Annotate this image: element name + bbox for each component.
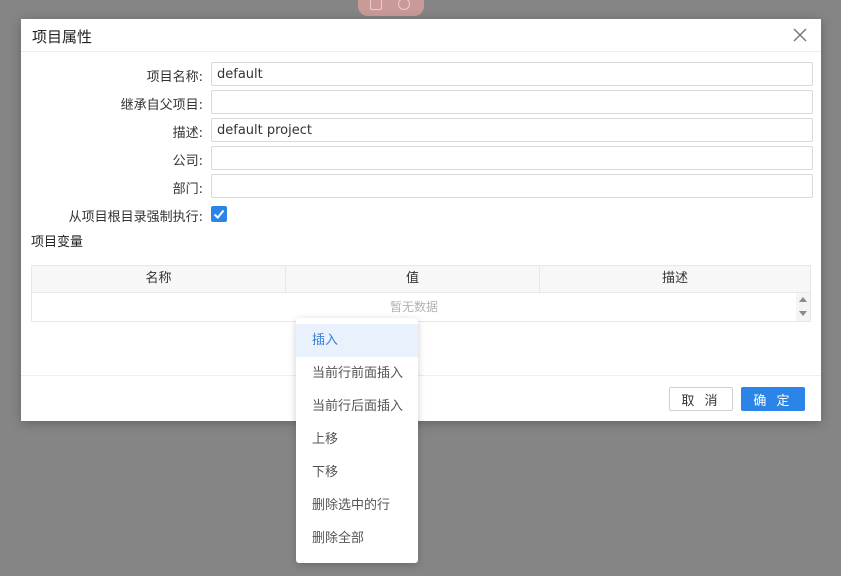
company-input[interactable] — [211, 146, 813, 170]
description-label: 描述: — [172, 126, 203, 141]
menu-item-delete-all[interactable]: 删除全部 — [296, 522, 418, 555]
background-export-icon — [370, 0, 382, 10]
column-header-value[interactable]: 值 — [286, 266, 540, 292]
column-header-description[interactable]: 描述 — [540, 266, 810, 292]
force-exec-label: 从项目根目录强制执行: — [68, 210, 203, 225]
menu-item-move-up[interactable]: 上移 — [296, 423, 418, 456]
menu-item-move-down[interactable]: 下移 — [296, 456, 418, 489]
close-icon — [793, 28, 807, 42]
scroll-down-icon[interactable] — [799, 311, 807, 316]
department-label: 部门: — [172, 182, 203, 197]
description-input[interactable] — [211, 118, 813, 142]
company-label: 公司: — [172, 154, 203, 169]
department-input[interactable] — [211, 174, 813, 198]
context-menu: 插入 当前行前面插入 当前行后面插入 上移 下移 删除选中的行 删除全部 — [296, 318, 418, 563]
dialog-title: 项目属性 — [32, 28, 93, 46]
project-name-label: 项目名称: — [146, 70, 203, 85]
dialog-header: 项目属性 — [21, 19, 821, 52]
parent-project-input[interactable] — [211, 90, 813, 114]
column-header-name[interactable]: 名称 — [32, 266, 286, 292]
parent-project-label: 继承自父项目: — [120, 98, 203, 113]
grid-scrollbar[interactable] — [796, 293, 810, 321]
project-variables-title: 项目变量 — [31, 235, 84, 250]
grid-header: 名称 值 描述 — [32, 266, 810, 293]
ok-button[interactable]: 确 定 — [741, 387, 805, 411]
cancel-button[interactable]: 取 消 — [669, 387, 733, 411]
project-name-input[interactable] — [211, 62, 813, 86]
check-icon — [213, 209, 225, 219]
force-exec-checkbox[interactable] — [211, 206, 227, 222]
menu-item-insert-after[interactable]: 当前行后面插入 — [296, 390, 418, 423]
close-button[interactable] — [789, 24, 811, 46]
project-properties-dialog: 项目属性 项目名称: 继承自父项目: 描述: 公司: 部门: 从项目根目录强制执… — [21, 19, 821, 421]
scroll-up-icon[interactable] — [799, 297, 807, 302]
background-toolbar — [358, 0, 424, 16]
footer-divider — [21, 375, 821, 376]
variables-grid: 名称 值 描述 暂无数据 — [31, 265, 811, 322]
menu-item-insert[interactable]: 插入 — [296, 324, 418, 357]
grid-empty-message: 暂无数据 — [389, 300, 438, 314]
background-search-icon — [398, 0, 410, 10]
menu-item-insert-before[interactable]: 当前行前面插入 — [296, 357, 418, 390]
menu-item-delete-selected[interactable]: 删除选中的行 — [296, 489, 418, 522]
